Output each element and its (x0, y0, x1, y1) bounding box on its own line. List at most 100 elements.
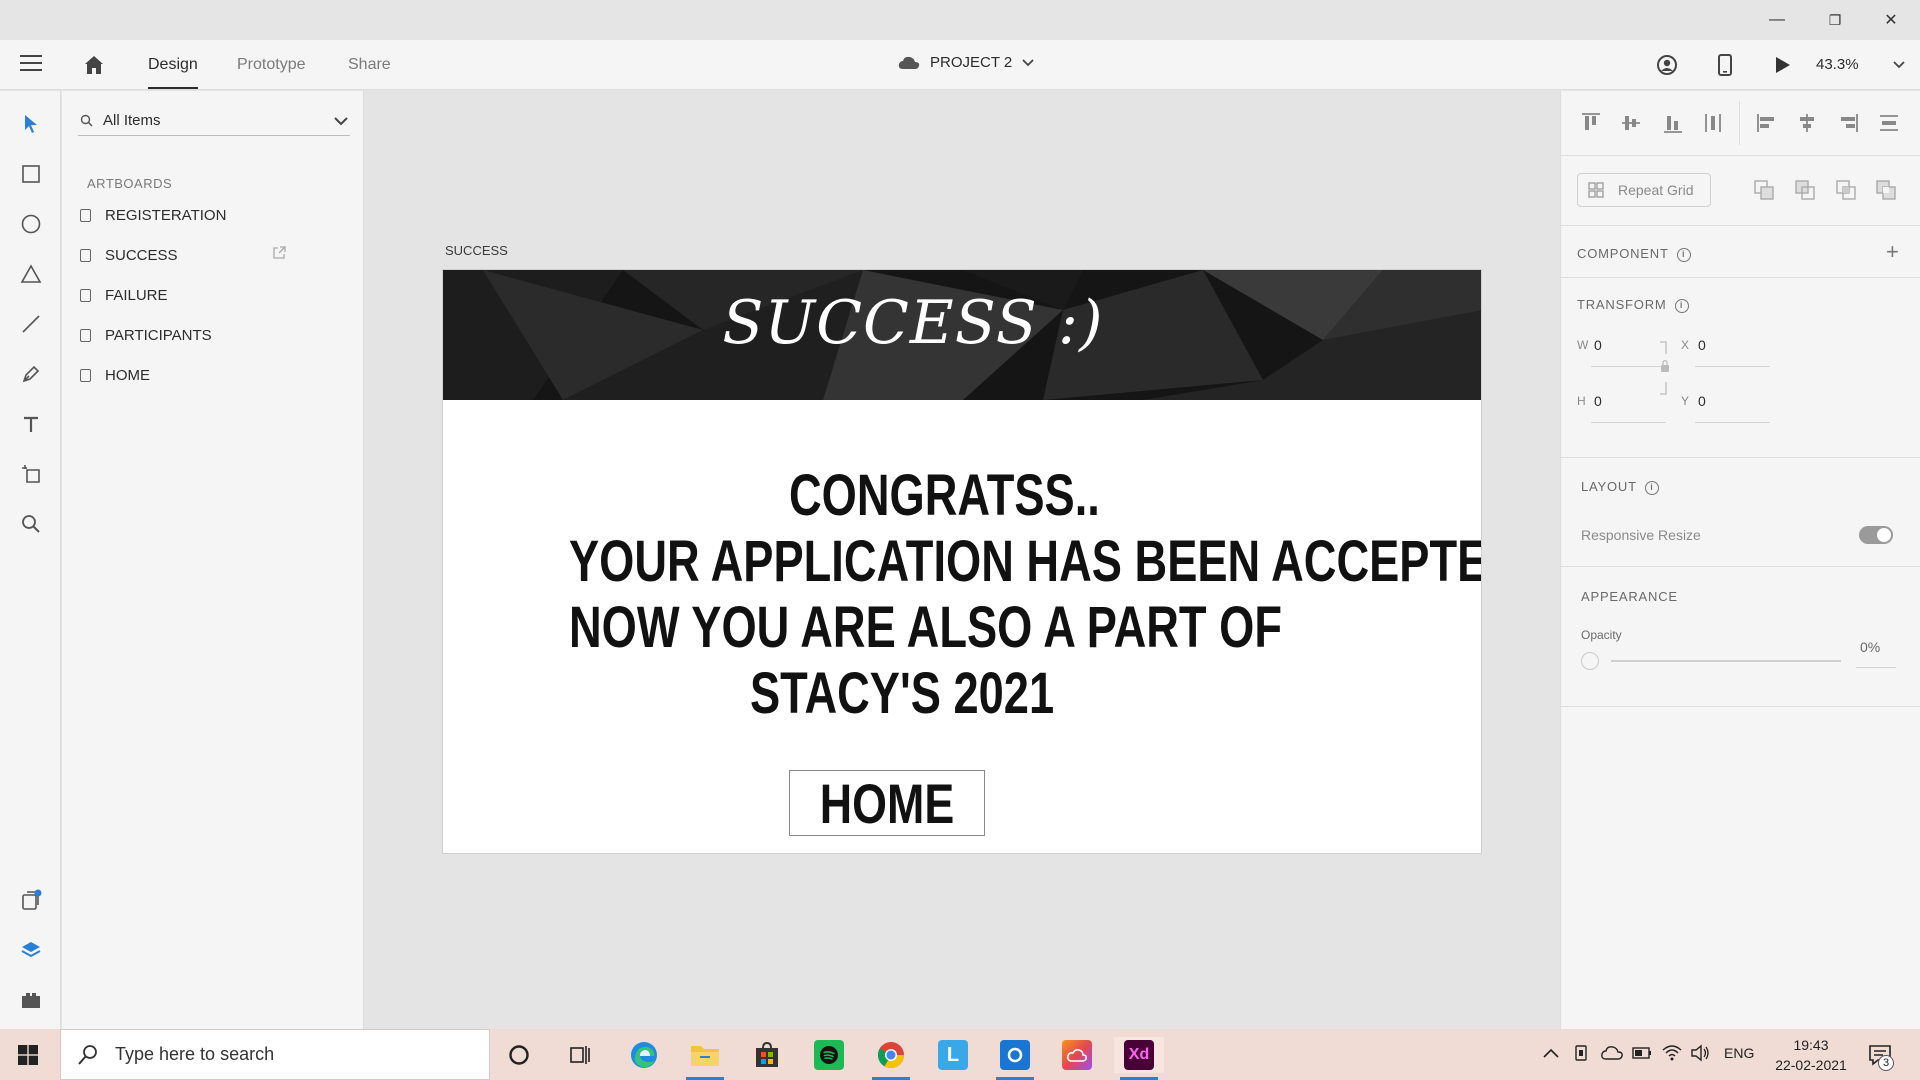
volume-icon[interactable] (1690, 1044, 1710, 1062)
title-bar: — ❐ ✕ (0, 0, 1920, 40)
text-tool-icon[interactable] (18, 411, 44, 437)
adobe-xd-icon[interactable]: Xd (1114, 1037, 1164, 1080)
layers-icon[interactable] (18, 937, 44, 963)
onedrive-cloud-icon[interactable] (1601, 1046, 1623, 1060)
zoom-level[interactable]: 43.3% (1816, 56, 1859, 73)
artboard-item-success[interactable]: SUCCESS (78, 242, 348, 268)
responsive-resize-toggle[interactable] (1859, 526, 1893, 544)
l-app-icon[interactable]: L (928, 1037, 978, 1073)
boolean-subtract-icon[interactable] (1794, 179, 1816, 201)
home-icon[interactable] (82, 53, 106, 77)
success-artboard[interactable]: SUCCESS :) CONGRATSS.. YOUR APPLICATION … (442, 269, 1482, 854)
align-top-icon[interactable] (1579, 111, 1603, 135)
maximize-button[interactable]: ❐ (1806, 0, 1864, 40)
property-inspector: Repeat Grid COMPONENT i + TRANSFORM i W 0 … (1560, 91, 1920, 1029)
repeat-grid-button[interactable]: Repeat Grid (1577, 173, 1711, 207)
project-selector[interactable]: PROJECT 2 (898, 54, 1034, 71)
info-icon[interactable]: i (1674, 298, 1689, 313)
lock-aspect-icon[interactable] (1658, 340, 1670, 396)
plugins-icon[interactable] (18, 987, 44, 1013)
field-underline (1591, 366, 1666, 367)
assets-icon[interactable] (18, 887, 44, 913)
tab-share[interactable]: Share (348, 56, 391, 74)
artboard-item-failure[interactable]: FAILURE (78, 282, 348, 308)
distribute-vertical-icon[interactable] (1701, 111, 1725, 135)
align-bottom-icon[interactable] (1661, 111, 1685, 135)
artboard-title[interactable]: SUCCESS (445, 243, 508, 258)
artboard-icon (80, 368, 91, 382)
file-explorer-icon[interactable] (680, 1037, 730, 1080)
rectangle-tool-icon[interactable] (18, 161, 44, 187)
info-icon[interactable]: i (1644, 480, 1659, 495)
opacity-slider-track[interactable] (1611, 660, 1841, 662)
opacity-value[interactable]: 0% (1860, 639, 1880, 655)
chrome-icon[interactable] (866, 1037, 916, 1080)
layout-label: LAYOUT (1581, 479, 1637, 494)
creative-cloud-icon[interactable] (1052, 1037, 1102, 1073)
align-left-icon[interactable] (1755, 111, 1779, 135)
close-button[interactable]: ✕ (1862, 0, 1920, 40)
x-field[interactable]: 0 (1698, 337, 1706, 353)
artboard-item-home[interactable]: HOME (78, 362, 348, 388)
spotify-icon[interactable] (804, 1037, 854, 1073)
language-indicator[interactable]: ENG (1724, 1045, 1754, 1061)
taskbar-search[interactable]: Type here to search (60, 1029, 490, 1080)
align-center-icon[interactable] (1795, 111, 1819, 135)
device-icon[interactable] (1573, 1044, 1589, 1062)
taskbar-clock[interactable]: 19:43 22-02-2021 (1766, 1035, 1856, 1075)
height-field[interactable]: 0 (1594, 393, 1602, 409)
boolean-add-icon[interactable] (1753, 179, 1775, 201)
play-icon[interactable] (1771, 53, 1795, 77)
artboard-icon (80, 248, 91, 262)
align-right-icon[interactable] (1836, 111, 1860, 135)
artboard-icon (80, 328, 91, 342)
add-component-icon[interactable]: + (1886, 239, 1899, 265)
artboard-tool-icon[interactable] (18, 461, 44, 487)
select-tool-icon[interactable] (18, 111, 44, 137)
boolean-intersect-icon[interactable] (1835, 179, 1857, 201)
event-name-line: STACY'S 2021 (750, 661, 1055, 726)
panel-divider (1561, 706, 1920, 707)
tab-design[interactable]: Design (148, 56, 198, 89)
opacity-slider-knob[interactable] (1581, 652, 1599, 670)
artboard-item-label: HOME (105, 366, 150, 384)
tab-prototype[interactable]: Prototype (237, 56, 305, 74)
align-middle-icon[interactable] (1619, 111, 1643, 135)
component-label: COMPONENT (1577, 246, 1669, 261)
store-icon[interactable] (742, 1037, 792, 1073)
artboard-item-label: SUCCESS (105, 246, 178, 264)
menu-icon[interactable] (20, 55, 42, 73)
wifi-icon[interactable] (1662, 1043, 1682, 1061)
search-filter-label: All Items (103, 112, 161, 129)
battery-icon[interactable] (1632, 1047, 1652, 1059)
y-field[interactable]: 0 (1698, 393, 1706, 409)
windows-start-icon[interactable] (18, 1045, 38, 1065)
distribute-horizontal-icon[interactable] (1877, 111, 1901, 135)
pen-tool-icon[interactable] (18, 361, 44, 387)
panel-divider (1561, 566, 1920, 567)
cortana-icon[interactable] (494, 1037, 544, 1073)
zoom-tool-icon[interactable] (18, 511, 44, 537)
artboard-item-registeration[interactable]: REGISTERATION (78, 202, 348, 228)
blue-app-icon[interactable] (990, 1037, 1040, 1080)
mobile-preview-icon[interactable] (1713, 53, 1737, 77)
show-hidden-icons-icon[interactable] (1543, 1047, 1559, 1059)
chevron-down-icon[interactable] (334, 117, 348, 126)
home-button-label: HOME (819, 771, 955, 835)
width-field[interactable]: 0 (1594, 337, 1602, 353)
zoom-chevron-icon[interactable] (1893, 61, 1905, 69)
ellipse-tool-icon[interactable] (18, 211, 44, 237)
share-user-icon[interactable] (1655, 53, 1679, 77)
line-tool-icon[interactable] (18, 311, 44, 337)
congrats-heading: CONGRATSS.. (789, 463, 1100, 528)
info-icon[interactable]: i (1676, 247, 1691, 262)
home-button[interactable]: HOME (789, 770, 985, 836)
layers-search[interactable]: All Items (78, 106, 350, 136)
task-view-icon[interactable] (555, 1037, 605, 1073)
external-link-icon[interactable] (272, 246, 286, 260)
boolean-exclude-icon[interactable] (1875, 179, 1897, 201)
edge-browser-icon[interactable] (619, 1037, 669, 1073)
artboard-item-participants[interactable]: PARTICIPANTS (78, 322, 348, 348)
minimize-button[interactable]: — (1748, 0, 1806, 40)
polygon-tool-icon[interactable] (18, 261, 44, 287)
